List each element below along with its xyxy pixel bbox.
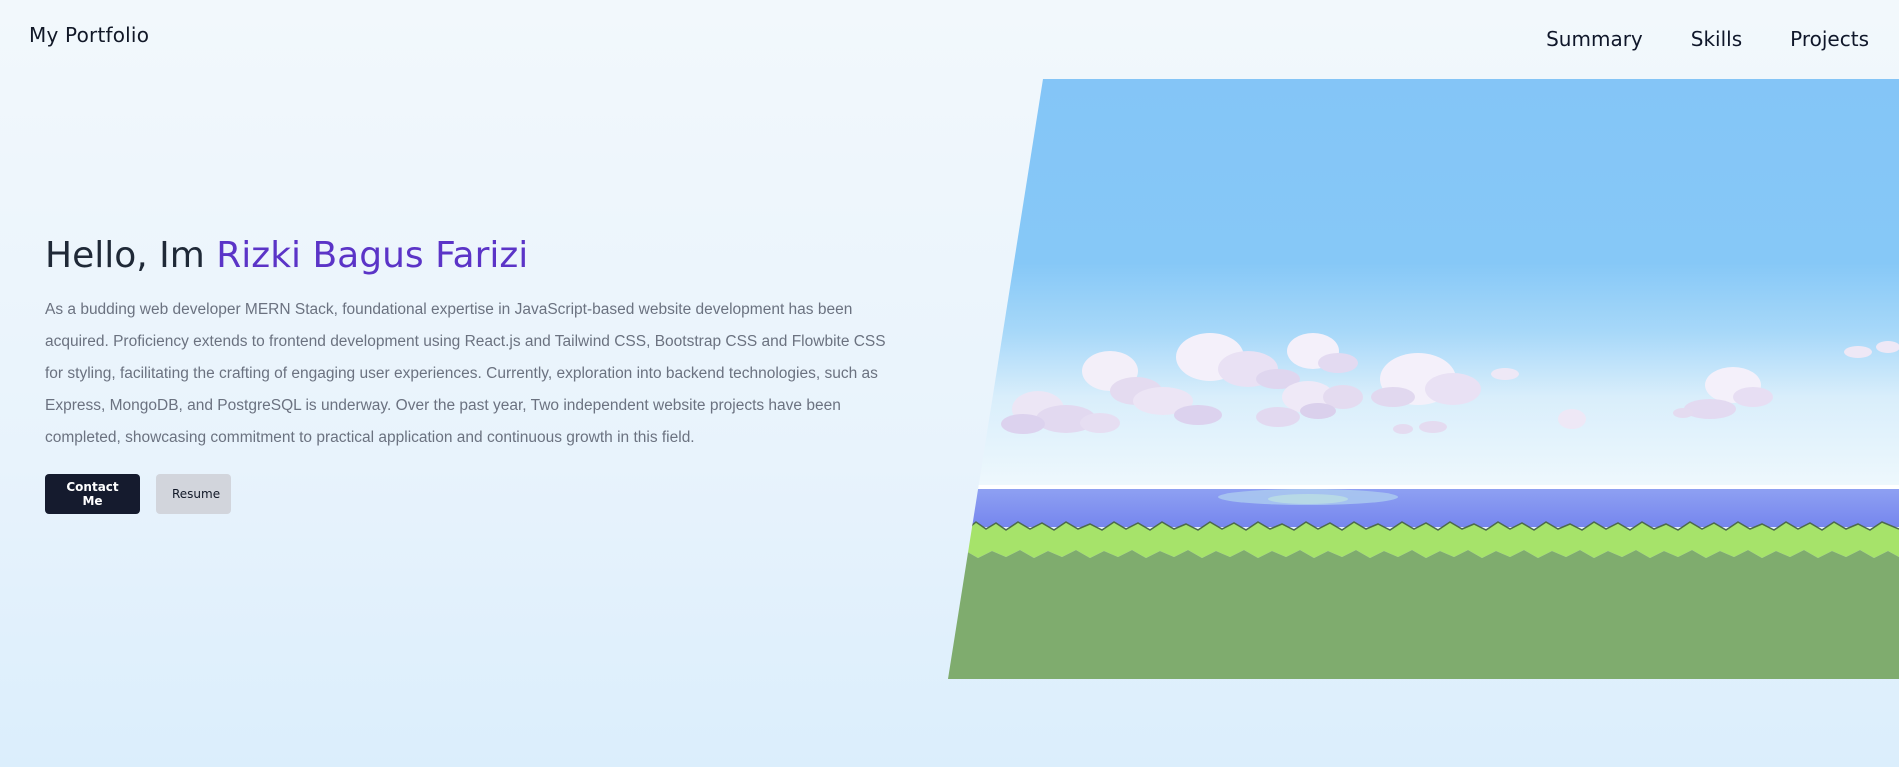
hero-bio: As a budding web developer MERN Stack, f… (45, 301, 886, 446)
ground (948, 550, 1899, 679)
nav-link-projects[interactable]: Projects (1790, 27, 1869, 51)
resume-button[interactable]: Resume (156, 474, 231, 514)
landscape-svg (948, 79, 1899, 679)
grass (948, 522, 1899, 558)
contact-me-button[interactable]: Contact Me (45, 474, 140, 514)
hero-headline: Hello, Im Rizki Bagus Farizi (45, 235, 905, 276)
hero-greeting: Hello, Im (45, 235, 205, 276)
nav-link-skills[interactable]: Skills (1691, 27, 1742, 51)
sea (948, 489, 1899, 527)
cloud-7 (1491, 368, 1519, 380)
horizon-line (948, 485, 1899, 489)
brand-logo-text[interactable]: My Portfolio (29, 23, 149, 47)
hero-name: Rizki Bagus Farizi (216, 235, 529, 276)
main-nav: Summary Skills Projects (1546, 27, 1869, 51)
hero-landscape-illustration (948, 79, 1899, 679)
hero-actions: Contact Me Resume (45, 474, 905, 514)
hero-section: Hello, Im Rizki Bagus Farizi As a buddin… (45, 235, 905, 514)
top-navbar: My Portfolio Summary Skills Projects (0, 0, 1899, 78)
cloud-8 (1558, 409, 1586, 429)
nav-link-summary[interactable]: Summary (1546, 27, 1643, 51)
